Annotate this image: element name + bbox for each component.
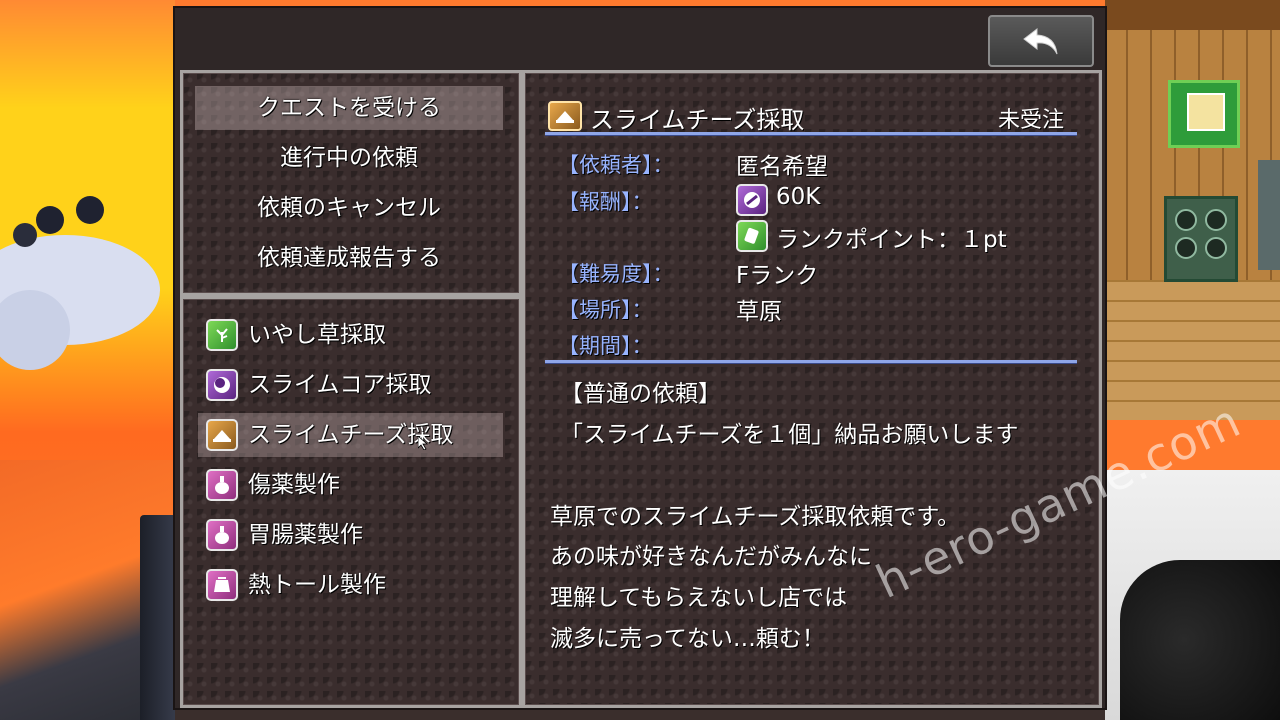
room-window bbox=[1168, 80, 1240, 148]
cheese-icon bbox=[206, 419, 238, 451]
room-stove bbox=[1164, 196, 1238, 282]
in-progress-command[interactable]: 進行中の依頼 bbox=[195, 136, 503, 180]
quest-label: 熱トール製作 bbox=[248, 572, 386, 598]
quest-label: 胃腸薬製作 bbox=[248, 522, 363, 548]
back-button[interactable] bbox=[988, 15, 1094, 67]
fields-divider bbox=[545, 360, 1077, 363]
back-arrow-icon bbox=[1023, 27, 1058, 55]
pouch-icon bbox=[206, 569, 238, 601]
slime-core-icon bbox=[206, 369, 238, 401]
quest-title: スライムチーズ採取 bbox=[590, 106, 805, 134]
location-label: 【場所】： bbox=[558, 298, 653, 322]
quest-label: スライムコア採取 bbox=[248, 372, 432, 398]
coin-icon bbox=[736, 184, 768, 216]
quest-label: スライムチーズ採取 bbox=[248, 422, 454, 448]
quest-type: 【普通の依頼】 bbox=[560, 381, 721, 407]
quest-item-fever-medicine[interactable]: 熱トール製作 bbox=[198, 563, 503, 607]
quest-item-stomach-medicine[interactable]: 胃腸薬製作 bbox=[198, 513, 503, 557]
difficulty-value: Fランク bbox=[736, 263, 819, 289]
cheese-icon bbox=[548, 101, 582, 131]
header-divider bbox=[545, 132, 1077, 135]
mouse-cursor-icon bbox=[418, 436, 428, 450]
description-line: 草原でのスライムチーズ採取依頼です。 bbox=[550, 504, 961, 530]
quest-status: 未受注 bbox=[998, 108, 1065, 133]
quest-item-herb[interactable]: いやし草採取 bbox=[198, 313, 503, 357]
report-completion-command[interactable]: 依頼達成報告する bbox=[195, 236, 503, 280]
quest-item-slime-core[interactable]: スライムコア採取 bbox=[198, 363, 503, 407]
delivery-request: 「スライムチーズを１個」納品お願いします bbox=[560, 422, 1019, 448]
room-cabinet bbox=[1258, 160, 1280, 270]
potion-icon bbox=[206, 469, 238, 501]
game-room-ceiling bbox=[1104, 0, 1280, 30]
game-room-floor bbox=[1104, 280, 1280, 420]
herb-icon bbox=[206, 319, 238, 351]
accept-quest-command[interactable]: クエストを受ける bbox=[195, 86, 503, 130]
quest-item-slime-cheese[interactable]: スライムチーズ採取 bbox=[198, 413, 503, 457]
reward-money: 60K bbox=[776, 184, 821, 210]
client-label: 【依頼者】： bbox=[558, 153, 674, 177]
cancel-quest-command[interactable]: 依頼のキャンセル bbox=[195, 186, 503, 230]
client-value: 匿名希望 bbox=[736, 154, 828, 180]
rank-card-icon bbox=[736, 220, 768, 252]
quest-label: 傷薬製作 bbox=[248, 472, 340, 498]
description-line: あの味が好きなんだがみんなに bbox=[550, 544, 872, 570]
description-line: 滅多に売ってない…頼む！ bbox=[550, 626, 825, 652]
description-line: 理解してもらえないし店では bbox=[550, 585, 848, 611]
quest-label: いやし草採取 bbox=[248, 322, 386, 348]
reward-label: 【報酬】： bbox=[558, 190, 653, 214]
reward-rank-points: ランクポイント：１pt bbox=[776, 227, 1007, 253]
controller-image bbox=[1120, 560, 1280, 720]
quest-item-wound-salve[interactable]: 傷薬製作 bbox=[198, 463, 503, 507]
period-label: 【期間】： bbox=[558, 334, 653, 358]
potion-icon bbox=[206, 519, 238, 551]
difficulty-label: 【難易度】： bbox=[558, 262, 674, 286]
laptop-image bbox=[140, 515, 180, 720]
gamepad-image bbox=[0, 196, 160, 370]
location-value: 草原 bbox=[736, 299, 782, 325]
